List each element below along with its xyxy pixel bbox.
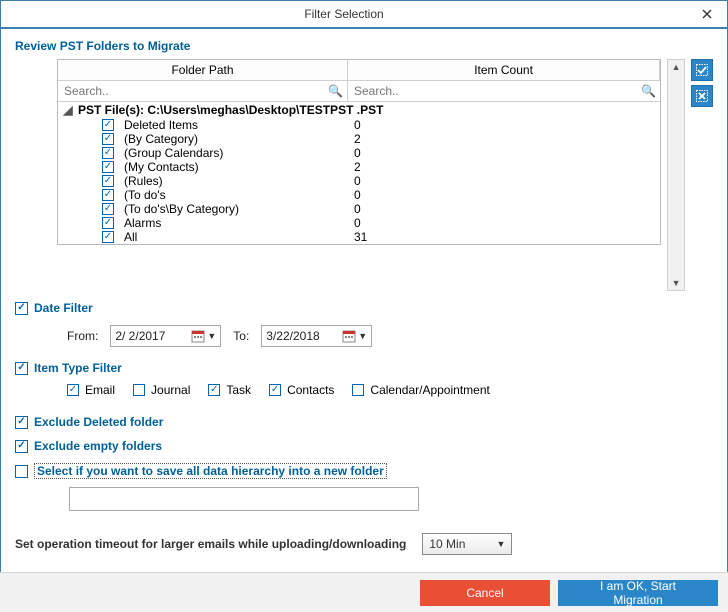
calendar-checkbox[interactable]	[352, 384, 364, 396]
check-all-icon	[696, 64, 708, 76]
row-folder-name: (Group Calendars)	[124, 146, 354, 160]
cancel-button[interactable]: Cancel	[420, 580, 550, 606]
close-button[interactable]	[687, 1, 727, 27]
chevron-down-icon[interactable]: ▼	[358, 331, 367, 341]
timeout-select[interactable]: 10 Min ▼	[422, 533, 512, 555]
close-icon	[702, 9, 712, 19]
row-folder-name: Deleted Items	[124, 118, 354, 132]
section-heading: Review PST Folders to Migrate	[15, 39, 713, 53]
footer: Cancel I am OK, Start Migration	[0, 572, 728, 612]
search-folder-path[interactable]	[62, 83, 324, 99]
new-folder-input[interactable]	[69, 487, 419, 511]
chevron-down-icon[interactable]: ▼	[207, 331, 216, 341]
row-checkbox[interactable]	[102, 175, 114, 187]
row-checkbox[interactable]	[102, 203, 114, 215]
search-icon[interactable]: 🔍	[641, 84, 656, 98]
scroll-up-icon[interactable]: ▲	[672, 60, 681, 74]
folder-grid: Folder Path Item Count 🔍 🔍 ◢ PST File(s)…	[57, 59, 661, 245]
row-checkbox[interactable]	[102, 133, 114, 145]
row-folder-name: (To do's	[124, 188, 354, 202]
window-title: Filter Selection	[1, 7, 687, 21]
task-label: Task	[226, 383, 251, 397]
grid-header: Folder Path Item Count	[58, 60, 660, 81]
row-checkbox[interactable]	[102, 119, 114, 131]
calendar-label: Calendar/Appointment	[370, 383, 489, 397]
root-node[interactable]: ◢ PST File(s): C:\Users\meghas\Desktop\T…	[58, 102, 660, 118]
uncheck-all-button[interactable]	[691, 85, 713, 107]
row-item-count: 0	[354, 146, 394, 160]
email-checkbox[interactable]	[67, 384, 79, 396]
row-folder-name: (By Category)	[124, 132, 354, 146]
exclude-deleted-label: Exclude Deleted folder	[34, 415, 163, 429]
item-type-filter-checkbox[interactable]	[15, 362, 28, 375]
scroll-down-icon[interactable]: ▼	[672, 276, 681, 290]
row-folder-name: All	[124, 230, 354, 244]
date-filter-checkbox[interactable]	[15, 302, 28, 315]
collapse-icon[interactable]: ◢	[62, 103, 74, 117]
exclude-empty-checkbox[interactable]	[15, 440, 28, 453]
root-label: PST File(s): C:\Users\meghas\Desktop\TES…	[78, 103, 383, 117]
check-all-button[interactable]	[691, 59, 713, 81]
table-row[interactable]: All31	[58, 230, 660, 244]
row-item-count: 2	[354, 160, 394, 174]
table-row[interactable]: Deleted Items0	[58, 118, 660, 132]
from-date-field[interactable]: 2/ 2/2017 ▼	[110, 325, 221, 347]
email-label: Email	[85, 383, 115, 397]
from-label: From:	[67, 329, 98, 343]
exclude-deleted-checkbox[interactable]	[15, 416, 28, 429]
row-item-count: 0	[354, 216, 394, 230]
contacts-label: Contacts	[287, 383, 334, 397]
contacts-checkbox[interactable]	[269, 384, 281, 396]
date-filter-label: Date Filter	[34, 301, 93, 315]
chevron-down-icon: ▼	[496, 539, 505, 549]
to-date-field[interactable]: 3/22/2018 ▼	[261, 325, 372, 347]
timeout-label: Set operation timeout for larger emails …	[15, 537, 406, 551]
row-folder-name: (My Contacts)	[124, 160, 354, 174]
row-folder-name: (Rules)	[124, 174, 354, 188]
exclude-empty-label: Exclude empty folders	[34, 439, 162, 453]
row-item-count: 31	[354, 230, 394, 244]
row-checkbox[interactable]	[102, 161, 114, 173]
task-checkbox[interactable]	[208, 384, 220, 396]
journal-checkbox[interactable]	[133, 384, 145, 396]
vertical-scrollbar[interactable]: ▲ ▼	[667, 59, 685, 291]
calendar-icon	[191, 329, 205, 343]
uncheck-all-icon	[696, 90, 708, 102]
start-migration-button[interactable]: I am OK, Start Migration	[558, 580, 718, 606]
save-hierarchy-checkbox[interactable]	[15, 465, 28, 478]
table-row[interactable]: (By Category)2	[58, 132, 660, 146]
search-item-count[interactable]	[352, 83, 637, 99]
row-item-count: 0	[354, 188, 394, 202]
title-bar: Filter Selection	[1, 1, 727, 29]
item-type-filter-label: Item Type Filter	[34, 361, 122, 375]
col-header-count[interactable]: Item Count	[348, 60, 660, 80]
table-row[interactable]: (Rules)0	[58, 174, 660, 188]
to-label: To:	[233, 329, 249, 343]
table-row[interactable]: (My Contacts)2	[58, 160, 660, 174]
row-checkbox[interactable]	[102, 189, 114, 201]
grid-body: ◢ PST File(s): C:\Users\meghas\Desktop\T…	[58, 102, 660, 244]
search-icon[interactable]: 🔍	[328, 84, 343, 98]
journal-label: Journal	[151, 383, 190, 397]
row-checkbox[interactable]	[102, 231, 114, 243]
row-item-count: 0	[354, 174, 394, 188]
calendar-icon	[342, 329, 356, 343]
row-item-count: 0	[354, 202, 394, 216]
row-checkbox[interactable]	[102, 217, 114, 229]
row-folder-name: (To do's\By Category)	[124, 202, 354, 216]
table-row[interactable]: (Group Calendars)0	[58, 146, 660, 160]
save-hierarchy-label: Select if you want to save all data hier…	[34, 463, 387, 479]
table-row[interactable]: Alarms0	[58, 216, 660, 230]
table-row[interactable]: (To do's\By Category)0	[58, 202, 660, 216]
row-folder-name: Alarms	[124, 216, 354, 230]
table-row[interactable]: (To do's0	[58, 188, 660, 202]
row-item-count: 2	[354, 132, 394, 146]
row-item-count: 0	[354, 118, 394, 132]
row-checkbox[interactable]	[102, 147, 114, 159]
col-header-path[interactable]: Folder Path	[58, 60, 348, 80]
